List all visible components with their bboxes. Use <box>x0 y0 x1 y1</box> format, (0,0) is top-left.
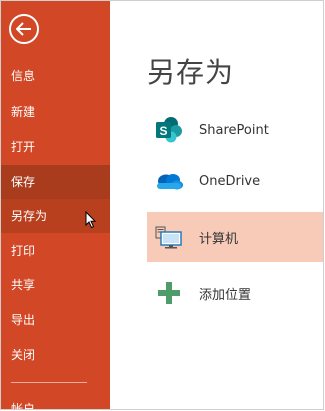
back-button[interactable] <box>9 14 39 44</box>
sidebar-item-print[interactable]: 打印 <box>1 234 110 268</box>
location-label: OneDrive <box>199 173 261 189</box>
backstage-sidebar: 信息 新建 打开 保存 另存为 打印 共享 导出 关闭 帐户 <box>1 1 110 409</box>
location-label: 添加位置 <box>199 287 252 303</box>
location-label: SharePoint <box>199 122 269 138</box>
computer-icon <box>153 221 185 253</box>
sidebar-item-open[interactable]: 打开 <box>1 130 110 164</box>
sidebar-item-share[interactable]: 共享 <box>1 268 110 302</box>
sharepoint-icon: S <box>153 114 185 146</box>
svg-text:S: S <box>159 124 167 138</box>
page-title: 另存为 <box>147 56 235 89</box>
sidebar-item-close[interactable]: 关闭 <box>1 338 110 372</box>
sidebar-item-account[interactable]: 帐户 <box>1 392 110 409</box>
onedrive-icon <box>153 165 185 197</box>
mouse-cursor-icon <box>85 211 97 229</box>
sidebar-item-info[interactable]: 信息 <box>1 59 110 93</box>
sidebar-item-new[interactable]: 新建 <box>1 95 110 129</box>
add-place-icon <box>153 277 185 309</box>
sidebar-item-save[interactable]: 保存 <box>1 165 110 199</box>
location-onedrive[interactable]: OneDrive <box>147 156 323 206</box>
location-sharepoint[interactable]: S SharePoint <box>147 105 323 155</box>
sidebar-item-export[interactable]: 导出 <box>1 303 110 337</box>
backstage-view: 信息 新建 打开 保存 另存为 打印 共享 导出 关闭 帐户 另存为 S Sha… <box>0 0 324 410</box>
back-arrow-icon <box>16 22 31 36</box>
location-computer[interactable]: 计算机 <box>147 212 323 262</box>
sidebar-divider <box>11 382 87 383</box>
location-add-place[interactable]: 添加位置 <box>147 268 323 318</box>
location-label: 计算机 <box>199 231 239 247</box>
